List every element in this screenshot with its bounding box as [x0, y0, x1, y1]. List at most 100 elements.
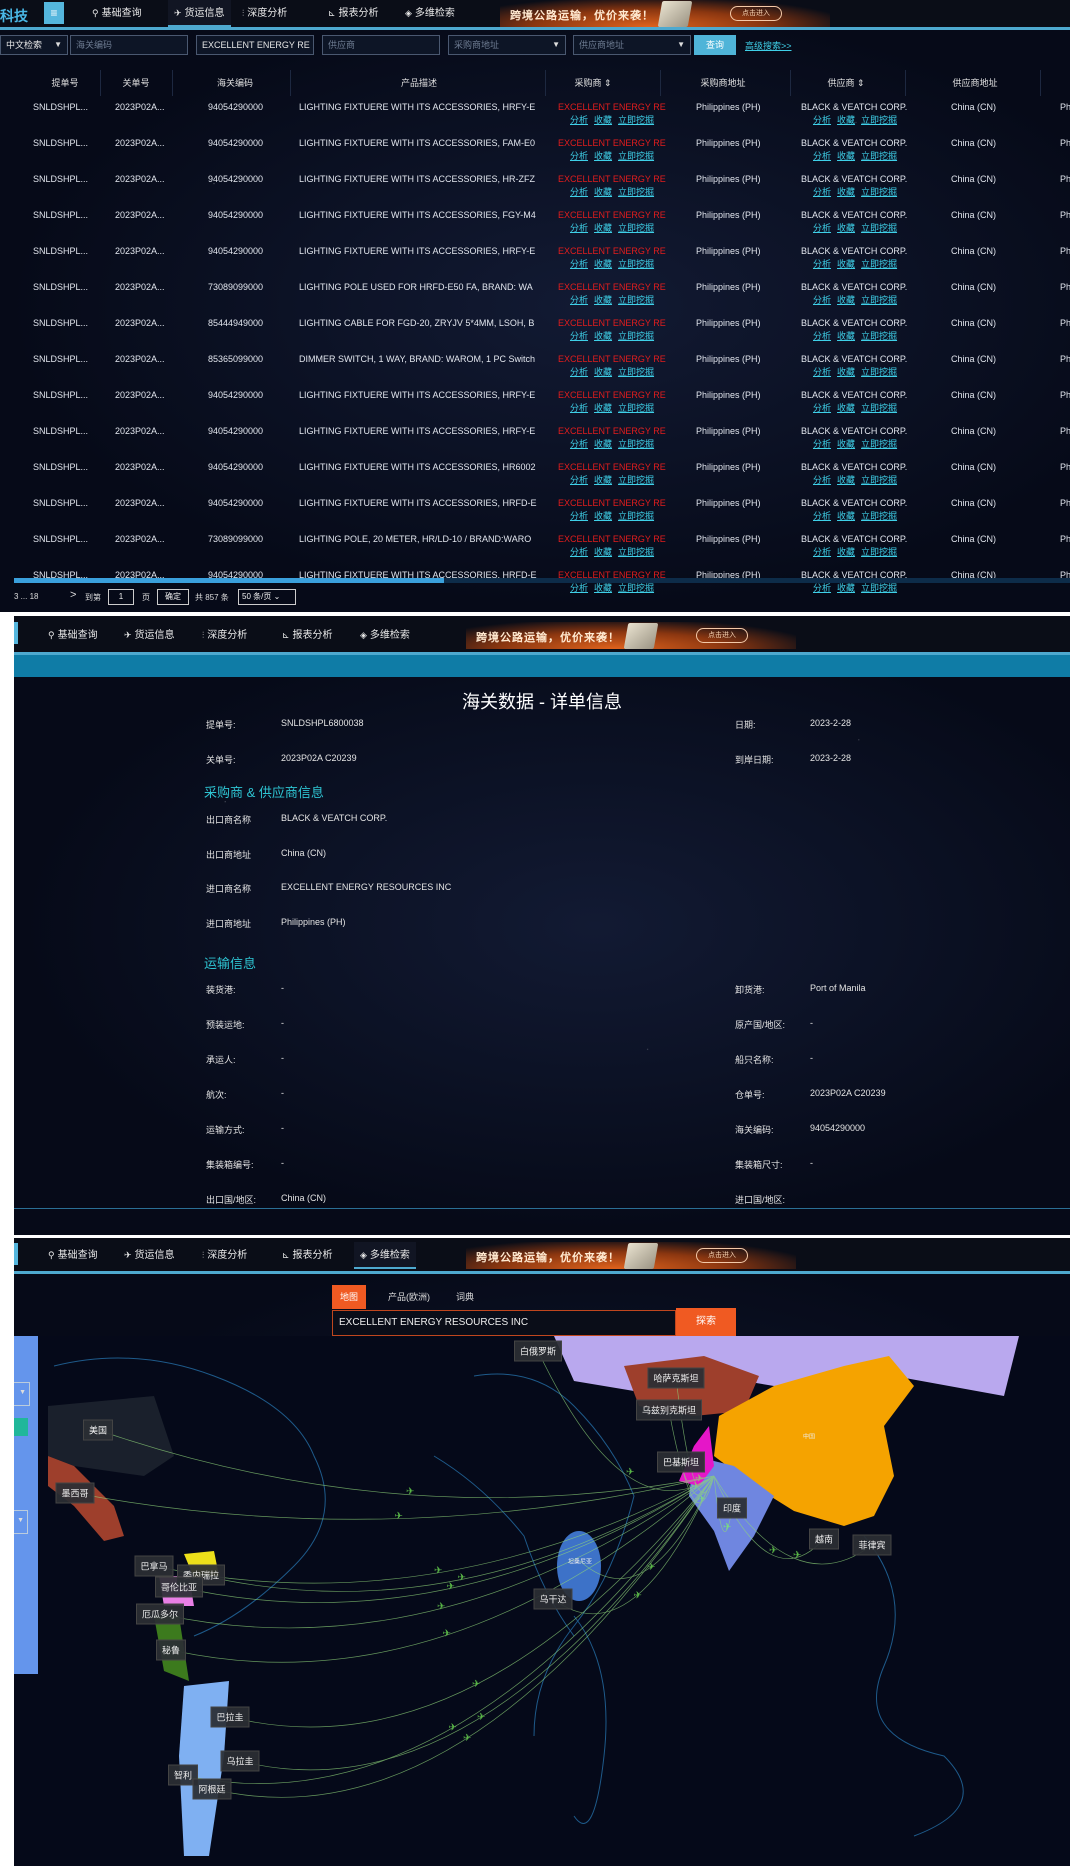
favorite-link[interactable]: 收藏 — [837, 583, 855, 593]
favorite-link[interactable]: 收藏 — [594, 511, 612, 521]
table-row[interactable]: SNLDSHPL... 2023P02A... 73089099000 LIGHTIN… — [0, 534, 1070, 570]
scrollbar-thumb[interactable] — [14, 578, 444, 583]
mine-link[interactable]: 立即挖掘 — [618, 295, 654, 305]
cell-supplier[interactable]: BLACK & VEATCH CORP. — [801, 354, 911, 364]
favorite-link[interactable]: 收藏 — [594, 151, 612, 161]
table-row[interactable]: SNLDSHPL... 2023P02A... 85365099000 DIMMER … — [0, 354, 1070, 390]
cell-buyer[interactable]: EXCELLENT ENERGY RE — [558, 498, 668, 508]
table-row[interactable]: SNLDSHPL... 2023P02A... 94054290000 LIGHTIN… — [0, 426, 1070, 462]
column-header[interactable]: 供应商 ⇕ — [806, 76, 886, 89]
favorite-link[interactable]: 收藏 — [594, 115, 612, 125]
mine-link[interactable]: 立即挖掘 — [618, 115, 654, 125]
analyze-link[interactable]: 分析 — [813, 439, 831, 449]
favorite-link[interactable]: 收藏 — [594, 259, 612, 269]
country-label[interactable]: 哥伦比亚 — [154, 1576, 204, 1598]
nav-multi-search[interactable]: ◈ 多维检索 — [354, 1242, 416, 1269]
map-search-input[interactable]: EXCELLENT ENERGY RESOURCES INC — [332, 1310, 676, 1336]
analyze-link[interactable]: 分析 — [570, 511, 588, 521]
country-label[interactable]: 越南 — [808, 1528, 840, 1550]
favorite-link[interactable]: 收藏 — [594, 547, 612, 557]
country-label[interactable]: 坦桑尼亚 — [563, 1554, 597, 1569]
country-label[interactable]: 厄瓜多尔 — [135, 1603, 185, 1625]
menu-button[interactable]: ≡ — [44, 2, 64, 24]
query-button[interactable]: 查询 — [694, 35, 736, 55]
side-button[interactable] — [14, 1418, 28, 1436]
cell-buyer[interactable]: EXCELLENT ENERGY RE — [558, 534, 668, 544]
favorite-link[interactable]: 收藏 — [594, 367, 612, 377]
table-row[interactable]: SNLDSHPL... 2023P02A... 94054290000 LIGHTIN… — [0, 138, 1070, 174]
country-label[interactable]: 菲律宾 — [852, 1534, 892, 1556]
favorite-link[interactable]: 收藏 — [837, 115, 855, 125]
country-label[interactable]: 巴拿马 — [134, 1555, 174, 1577]
mine-link[interactable]: 立即挖掘 — [861, 151, 897, 161]
nav-shipping-info[interactable]: ✈ 货运信息 — [124, 1242, 175, 1269]
page-numbers[interactable]: 3 ... 18 — [14, 592, 38, 601]
mine-link[interactable]: 立即挖掘 — [861, 223, 897, 233]
analyze-link[interactable]: 分析 — [813, 511, 831, 521]
banner-enter-button[interactable]: 点击进入 — [730, 6, 782, 21]
nav-report-analysis[interactable]: ⊾ 报表分析 — [282, 1242, 333, 1269]
cell-buyer[interactable]: EXCELLENT ENERGY RE — [558, 318, 668, 328]
language-select[interactable]: 中文检索 ▼ — [0, 35, 68, 55]
mine-link[interactable]: 立即挖掘 — [861, 115, 897, 125]
cell-buyer[interactable]: EXCELLENT ENERGY RE — [558, 246, 668, 256]
favorite-link[interactable]: 收藏 — [594, 403, 612, 413]
cell-buyer[interactable]: EXCELLENT ENERGY RE — [558, 210, 668, 220]
cell-buyer[interactable]: EXCELLENT ENERGY RE — [558, 354, 668, 364]
analyze-link[interactable]: 分析 — [813, 115, 831, 125]
nav-shipping-info[interactable]: ✈ 货运信息 — [124, 622, 175, 649]
analyze-link[interactable]: 分析 — [570, 151, 588, 161]
analyze-link[interactable]: 分析 — [570, 223, 588, 233]
country-label[interactable]: 美国 — [82, 1419, 114, 1441]
nav-deep-analysis[interactable]: ⫶ 深度分析 — [242, 0, 287, 27]
analyze-link[interactable]: 分析 — [570, 115, 588, 125]
favorite-link[interactable]: 收藏 — [837, 439, 855, 449]
mine-link[interactable]: 立即挖掘 — [861, 403, 897, 413]
cell-buyer[interactable]: EXCELLENT ENERGY RE — [558, 426, 668, 436]
mine-link[interactable]: 立即挖掘 — [618, 187, 654, 197]
table-row[interactable]: SNLDSHPL... 2023P02A... 94054290000 LIGHTIN… — [0, 210, 1070, 246]
promo-banner[interactable]: 跨境公路运输，优价来袭！ 点击进入 — [466, 1242, 796, 1269]
country-label[interactable]: 白俄罗斯 — [513, 1340, 563, 1362]
analyze-link[interactable]: 分析 — [570, 583, 588, 593]
cell-supplier[interactable]: BLACK & VEATCH CORP. — [801, 138, 911, 148]
analyze-link[interactable]: 分析 — [813, 583, 831, 593]
nav-basic-query[interactable]: ⚲ 基础查询 — [48, 622, 98, 649]
favorite-link[interactable]: 收藏 — [837, 475, 855, 485]
side-select[interactable]: ▼ — [14, 1382, 30, 1406]
cell-supplier[interactable]: BLACK & VEATCH CORP. — [801, 462, 911, 472]
favorite-link[interactable]: 收藏 — [837, 151, 855, 161]
explore-button[interactable]: 探索 — [676, 1308, 736, 1336]
analyze-link[interactable]: 分析 — [813, 259, 831, 269]
cell-supplier[interactable]: BLACK & VEATCH CORP. — [801, 534, 911, 544]
cell-buyer[interactable]: EXCELLENT ENERGY RE — [558, 390, 668, 400]
nav-basic-query[interactable]: ⚲ 基础查询 — [92, 0, 142, 27]
mine-link[interactable]: 立即挖掘 — [618, 367, 654, 377]
mine-link[interactable]: 立即挖掘 — [618, 223, 654, 233]
country-label[interactable]: 乌干达 — [533, 1588, 573, 1610]
menu-button[interactable] — [14, 1243, 18, 1265]
cell-buyer[interactable]: EXCELLENT ENERGY RE — [558, 138, 668, 148]
banner-enter-button[interactable]: 点击进入 — [696, 628, 748, 643]
mine-link[interactable]: 立即挖掘 — [618, 511, 654, 521]
mine-link[interactable]: 立即挖掘 — [618, 475, 654, 485]
supplier-input[interactable]: 供应商 — [322, 35, 440, 55]
mine-link[interactable]: 立即挖掘 — [618, 403, 654, 413]
table-row[interactable]: SNLDSHPL... 2023P02A... 85444949000 LIGHTIN… — [0, 318, 1070, 354]
cell-buyer[interactable]: EXCELLENT ENERGY RE — [558, 174, 668, 184]
tab-dictionary[interactable]: 词典 — [448, 1285, 482, 1309]
cell-supplier[interactable]: BLACK & VEATCH CORP. — [801, 102, 911, 112]
favorite-link[interactable]: 收藏 — [837, 547, 855, 557]
favorite-link[interactable]: 收藏 — [837, 223, 855, 233]
analyze-link[interactable]: 分析 — [813, 403, 831, 413]
mine-link[interactable]: 立即挖掘 — [861, 295, 897, 305]
mine-link[interactable]: 立即挖掘 — [861, 511, 897, 521]
mine-link[interactable]: 立即挖掘 — [618, 583, 654, 593]
country-label[interactable]: 墨西哥 — [55, 1482, 95, 1504]
nav-multi-search[interactable]: ◈ 多维检索 — [405, 0, 455, 27]
favorite-link[interactable]: 收藏 — [837, 331, 855, 341]
table-row[interactable]: SNLDSHPL... 2023P02A... 94054290000 LIGHTIN… — [0, 498, 1070, 534]
analyze-link[interactable]: 分析 — [813, 187, 831, 197]
analyze-link[interactable]: 分析 — [570, 295, 588, 305]
analyze-link[interactable]: 分析 — [570, 367, 588, 377]
